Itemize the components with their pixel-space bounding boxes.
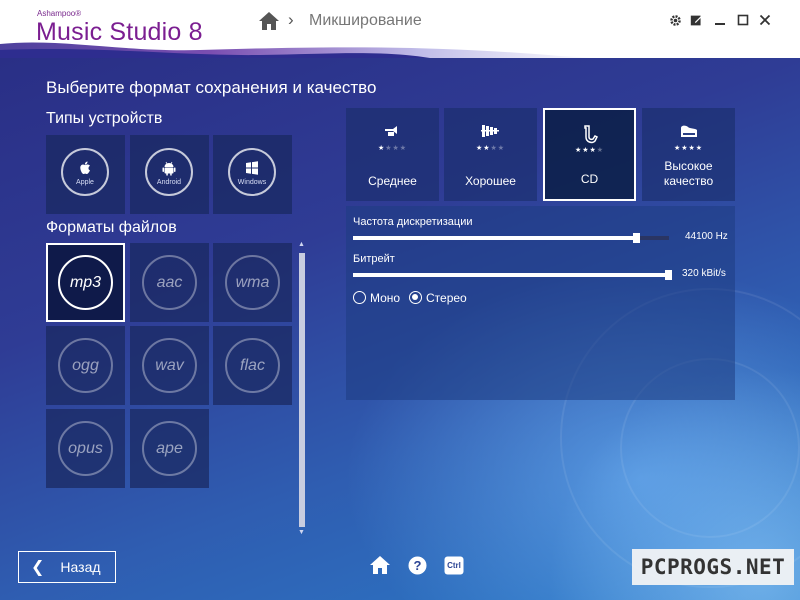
sample-rate-value: 44100 Hz xyxy=(685,231,728,242)
device-label: Android xyxy=(156,178,182,186)
device-tile-windows[interactable]: Windows xyxy=(213,135,292,214)
sample-rate-label: Частота дискретизации xyxy=(353,216,473,228)
quality-label: Среднее xyxy=(368,174,417,188)
bitrate-slider-handle[interactable] xyxy=(665,270,672,280)
format-tile-ape[interactable]: ape xyxy=(130,409,209,488)
stereo-label[interactable]: Стерео xyxy=(426,291,467,305)
quality-tile-medium[interactable]: ★★★★ Среднее xyxy=(346,108,439,201)
back-button[interactable]: ❮ Назад xyxy=(18,551,116,583)
help-icon[interactable]: ? xyxy=(408,556,427,580)
format-label: wav xyxy=(142,338,197,393)
bitrate-slider-fill[interactable] xyxy=(353,273,669,277)
device-label: Windows xyxy=(237,178,267,186)
format-label: ape xyxy=(142,421,197,476)
windows-icon xyxy=(246,160,258,175)
gear-icon[interactable] xyxy=(667,12,683,28)
stereo-radio[interactable] xyxy=(409,291,422,304)
quality-tile-cd[interactable]: ★★★★ CD xyxy=(543,108,636,201)
android-icon xyxy=(162,161,176,175)
device-tile-apple[interactable]: Apple xyxy=(46,135,125,214)
back-button-label: Назад xyxy=(60,559,101,575)
quality-tile-high[interactable]: ★★★★ Высокое качество xyxy=(642,108,735,201)
close-icon[interactable] xyxy=(757,12,773,28)
device-circle: Android xyxy=(145,148,193,196)
scrollbar-thumb[interactable] xyxy=(299,253,305,527)
edit-icon[interactable] xyxy=(688,12,704,28)
ctrl-key-label: Ctrl xyxy=(447,561,461,570)
quality-stars-empty: ★★ xyxy=(490,145,506,152)
bitrate-value: 320 kBit/s xyxy=(682,268,726,279)
sample-rate-slider-handle[interactable] xyxy=(633,233,640,243)
maximize-icon[interactable] xyxy=(735,12,751,28)
scroll-down-icon[interactable]: ▼ xyxy=(298,529,305,536)
format-label: ogg xyxy=(58,338,113,393)
device-circle: Apple xyxy=(61,148,109,196)
settings-panel: Частота дискретизации 44100 Hz Битрейт 3… xyxy=(346,206,735,400)
format-label: opus xyxy=(58,421,113,476)
home-icon[interactable] xyxy=(369,555,391,580)
format-label: aac xyxy=(142,255,197,310)
trumpet-icon xyxy=(346,122,439,142)
quality-stars: ★★★ xyxy=(574,147,597,154)
formats-scrollbar[interactable]: ▲ ▼ xyxy=(297,241,307,538)
format-tile-wav[interactable]: wav xyxy=(130,326,209,405)
brand-company: Ashampoo® xyxy=(37,9,82,18)
quality-label: Высокое качество xyxy=(663,159,714,188)
piano-icon xyxy=(642,122,735,142)
bitrate-label: Битрейт xyxy=(353,253,395,265)
format-label: wma xyxy=(225,255,280,310)
quality-stars-empty: ★ xyxy=(596,147,605,154)
xylophone-icon xyxy=(444,122,537,142)
apple-icon xyxy=(80,161,90,174)
quality-stars: ★★★★ xyxy=(673,145,704,152)
main-area: Выберите формат сохранения и качество Ти… xyxy=(0,58,800,600)
brand-title: Music Studio 8 xyxy=(36,18,203,46)
sample-rate-slider-fill[interactable] xyxy=(353,236,637,240)
saxophone-icon xyxy=(545,124,634,144)
ctrl-icon[interactable]: Ctrl xyxy=(444,556,464,580)
minimize-icon[interactable] xyxy=(712,12,728,28)
page-title: Выберите формат сохранения и качество xyxy=(46,78,377,97)
watermark: PCPROGS.NET xyxy=(632,549,794,585)
mono-radio[interactable] xyxy=(353,291,366,304)
format-tile-wma[interactable]: wma xyxy=(213,243,292,322)
format-tile-mp3[interactable]: mp3 xyxy=(46,243,125,322)
format-label: mp3 xyxy=(58,255,113,310)
scroll-up-icon[interactable]: ▲ xyxy=(298,241,305,248)
format-label: flac xyxy=(225,338,280,393)
quality-tile-good[interactable]: ★★★★ Хорошее xyxy=(444,108,537,201)
quality-label: CD xyxy=(580,172,599,186)
format-tile-opus[interactable]: opus xyxy=(46,409,125,488)
mono-label[interactable]: Моно xyxy=(370,291,400,305)
breadcrumb-home-icon[interactable] xyxy=(258,11,280,31)
breadcrumb-chevron-icon: › xyxy=(288,10,294,29)
svg-text:?: ? xyxy=(414,558,422,573)
device-circle: Windows xyxy=(228,148,276,196)
breadcrumb-current: Микширование xyxy=(309,12,422,29)
file-formats-label: Форматы файлов xyxy=(46,219,177,236)
sample-rate-slider-track[interactable] xyxy=(637,236,669,240)
quality-label: Хорошее xyxy=(465,174,516,188)
title-bar: Ashampoo® Music Studio 8 › Микширование xyxy=(0,0,800,58)
format-tile-flac[interactable]: flac xyxy=(213,326,292,405)
device-label: Apple xyxy=(76,178,94,186)
chevron-left-icon: ❮ xyxy=(31,559,45,576)
format-tile-ogg[interactable]: ogg xyxy=(46,326,125,405)
quality-stars-empty: ★★★ xyxy=(385,145,408,152)
device-types-label: Типы устройств xyxy=(46,110,163,127)
format-tile-aac[interactable]: aac xyxy=(130,243,209,322)
device-tile-android[interactable]: Android xyxy=(130,135,209,214)
quality-stars: ★★ xyxy=(475,145,491,152)
